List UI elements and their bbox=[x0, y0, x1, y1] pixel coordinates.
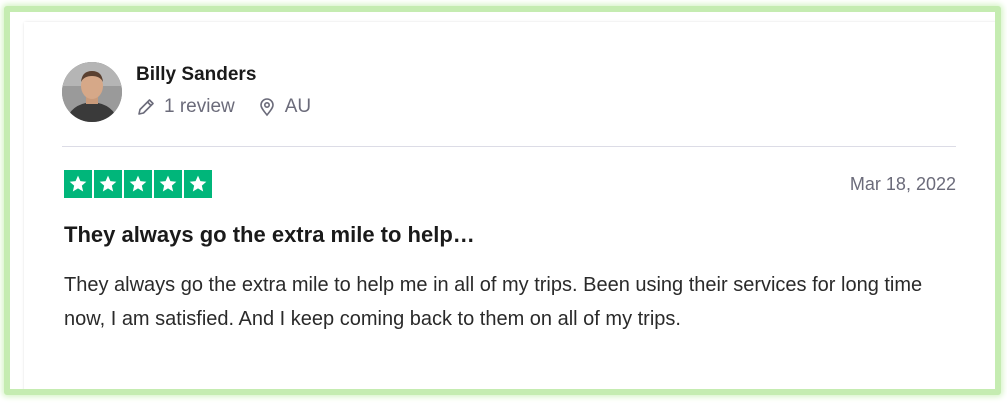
star-icon bbox=[124, 170, 152, 198]
review-card: Billy Sanders 1 review AU Mar 18, 2022 T… bbox=[24, 22, 995, 391]
review-date: Mar 18, 2022 bbox=[849, 174, 956, 194]
divider bbox=[62, 146, 956, 147]
reviewer-name[interactable]: Billy Sanders bbox=[136, 64, 256, 86]
star-icon bbox=[184, 170, 212, 198]
location-pin-icon bbox=[257, 97, 277, 117]
divider bbox=[62, 390, 956, 391]
avatar[interactable] bbox=[62, 62, 122, 122]
star-icon bbox=[154, 170, 182, 198]
star-icon bbox=[94, 170, 122, 198]
reviewer-meta: 1 review AU bbox=[136, 96, 311, 118]
screenshot-frame: Billy Sanders 1 review AU Mar 18, 2022 T… bbox=[4, 6, 1001, 395]
pencil-icon bbox=[136, 97, 156, 117]
review-body: They always go the extra mile to help me… bbox=[64, 274, 923, 330]
star-icon bbox=[64, 170, 92, 198]
star-rating bbox=[64, 170, 212, 198]
review-count: 1 review bbox=[164, 96, 235, 117]
reviewer-country: AU bbox=[284, 96, 312, 117]
review-title[interactable]: They always go the extra mile to help… bbox=[64, 222, 475, 248]
